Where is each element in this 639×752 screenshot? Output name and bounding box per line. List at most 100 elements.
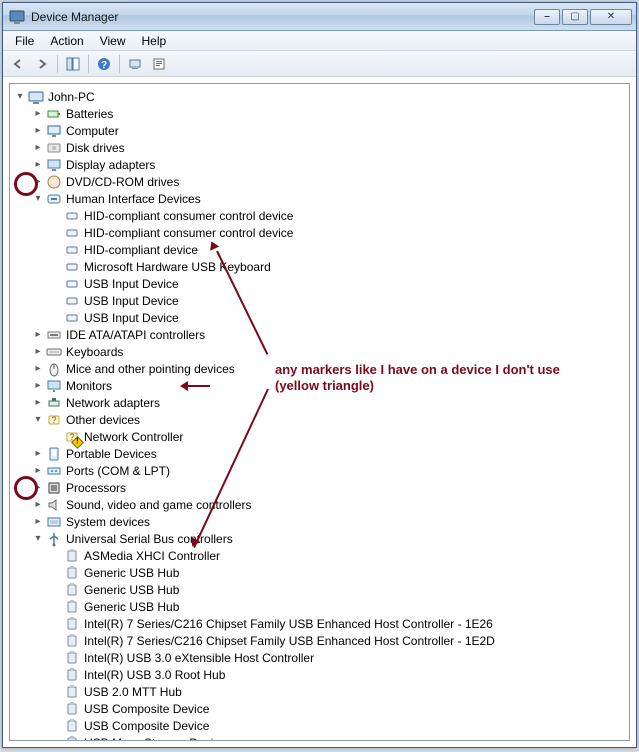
tree-device-label: USB Composite Device [84, 719, 209, 733]
toggle-icon[interactable] [32, 482, 44, 494]
menu-file[interactable]: File [7, 32, 42, 50]
tree-device[interactable]: HID-compliant consumer control device [48, 224, 627, 241]
properties-button[interactable] [148, 54, 170, 74]
ports-icon [46, 463, 62, 479]
menu-help[interactable]: Help [134, 32, 175, 50]
tree-category[interactable]: Monitors [30, 377, 627, 394]
tree-device[interactable]: HID-compliant consumer control device [48, 207, 627, 224]
tree-category[interactable]: Ports (COM & LPT) [30, 462, 627, 479]
tree-category[interactable]: Processors [30, 479, 627, 496]
tree-category-label: Sound, video and game controllers [66, 498, 251, 512]
tree-category-label: Computer [66, 124, 119, 138]
tree-category-label: Ports (COM & LPT) [66, 464, 170, 478]
tree-device[interactable]: Intel(R) USB 3.0 eXtensible Host Control… [48, 649, 627, 666]
tree-category-label: System devices [66, 515, 150, 529]
other-icon: ? [64, 429, 80, 445]
tree-device[interactable]: USB Input Device [48, 292, 627, 309]
toggle-icon[interactable] [32, 533, 44, 545]
toolbar-separator [57, 55, 58, 73]
tree-category[interactable]: DVD/CD-ROM drives [30, 173, 627, 190]
toggle-icon[interactable] [32, 193, 44, 205]
tree-category[interactable]: Keyboards [30, 343, 627, 360]
toggle-icon[interactable] [32, 448, 44, 460]
keyboard-icon [46, 344, 62, 360]
usbdev-icon [64, 718, 80, 734]
toggle-icon[interactable] [32, 125, 44, 137]
tree-category-label: Processors [66, 481, 126, 495]
toggle-icon[interactable] [32, 380, 44, 392]
tree-device-label: ASMedia XHCI Controller [84, 549, 220, 563]
menu-view[interactable]: View [92, 32, 134, 50]
tree-device[interactable]: USB Input Device [48, 275, 627, 292]
hiddev-icon [64, 310, 80, 326]
scan-hardware-button[interactable] [124, 54, 146, 74]
device-manager-window: Device Manager File Action View Help ? J… [2, 2, 637, 748]
tree-category[interactable]: IDE ATA/ATAPI controllers [30, 326, 627, 343]
tree-device[interactable]: USB Composite Device [48, 717, 627, 734]
toggle-icon[interactable] [32, 516, 44, 528]
nav-forward-button[interactable] [31, 54, 53, 74]
tree-category[interactable]: System devices [30, 513, 627, 530]
toggle-icon[interactable] [32, 176, 44, 188]
tree-device[interactable]: Generic USB Hub [48, 564, 627, 581]
menu-action[interactable]: Action [42, 32, 91, 50]
tree-category[interactable]: ? Other devices [30, 411, 627, 428]
tree-category[interactable]: Portable Devices [30, 445, 627, 462]
toggle-icon[interactable] [32, 142, 44, 154]
tree-category[interactable]: Mice and other pointing devices [30, 360, 627, 377]
toggle-icon[interactable] [32, 346, 44, 358]
toggle-icon[interactable] [32, 363, 44, 375]
toggle-icon[interactable] [32, 108, 44, 120]
tree-device[interactable]: USB Mass Storage Device [48, 734, 627, 741]
toggle-icon[interactable] [32, 414, 44, 426]
battery-icon [46, 106, 62, 122]
tree-device[interactable]: USB Composite Device [48, 700, 627, 717]
tree-device[interactable]: ASMedia XHCI Controller [48, 547, 627, 564]
tree-category-label: Keyboards [66, 345, 123, 359]
toggle-icon[interactable] [32, 329, 44, 341]
tree-device[interactable]: Microsoft Hardware USB Keyboard [48, 258, 627, 275]
usbdev-icon [64, 667, 80, 683]
tree-device[interactable]: USB 2.0 MTT Hub [48, 683, 627, 700]
hiddev-icon [64, 208, 80, 224]
tree-device-label: HID-compliant device [84, 243, 198, 257]
toggle-icon[interactable] [32, 159, 44, 171]
tree-category[interactable]: Disk drives [30, 139, 627, 156]
tree-category[interactable]: Human Interface Devices [30, 190, 627, 207]
tree-root-node[interactable]: John-PC [12, 88, 627, 105]
toggle-icon[interactable] [32, 499, 44, 511]
tree-category[interactable]: Universal Serial Bus controllers [30, 530, 627, 547]
nav-back-button[interactable] [7, 54, 29, 74]
svg-text:?: ? [101, 60, 107, 71]
tree-category[interactable]: Batteries [30, 105, 627, 122]
tree-category[interactable]: Network adapters [30, 394, 627, 411]
tree-device[interactable]: HID-compliant device [48, 241, 627, 258]
tree-device[interactable]: Generic USB Hub [48, 581, 627, 598]
maximize-button[interactable] [562, 9, 588, 25]
toggle-icon[interactable] [32, 465, 44, 477]
tree-device[interactable]: Generic USB Hub [48, 598, 627, 615]
tree-device[interactable]: Intel(R) 7 Series/C216 Chipset Family US… [48, 615, 627, 632]
tree-category[interactable]: Display adapters [30, 156, 627, 173]
show-hide-tree-button[interactable] [62, 54, 84, 74]
tree-device-label: USB Input Device [84, 294, 179, 308]
tree-pane[interactable]: John-PC Batteries Computer Disk drives D… [9, 83, 630, 741]
tree-category[interactable]: Computer [30, 122, 627, 139]
help-button[interactable]: ? [93, 54, 115, 74]
tree-device[interactable]: USB Input Device [48, 309, 627, 326]
tree-device[interactable]: Intel(R) 7 Series/C216 Chipset Family US… [48, 632, 627, 649]
tree-category-label: Network adapters [66, 396, 160, 410]
tree-device-label: Network Controller [84, 430, 183, 444]
tree-device-label: Generic USB Hub [84, 600, 179, 614]
tree-device-label: HID-compliant consumer control device [84, 209, 293, 223]
minimize-button[interactable] [534, 9, 560, 25]
toggle-icon[interactable] [32, 397, 44, 409]
tree-device[interactable]: ? Network Controller [48, 428, 627, 445]
tree-category-label: Human Interface Devices [66, 192, 201, 206]
toggle-icon[interactable] [14, 91, 26, 103]
toolbar-separator [119, 55, 120, 73]
tree-device-label: USB Mass Storage Device [84, 736, 226, 742]
close-button[interactable] [590, 9, 632, 25]
tree-category[interactable]: Sound, video and game controllers [30, 496, 627, 513]
tree-device[interactable]: Intel(R) USB 3.0 Root Hub [48, 666, 627, 683]
